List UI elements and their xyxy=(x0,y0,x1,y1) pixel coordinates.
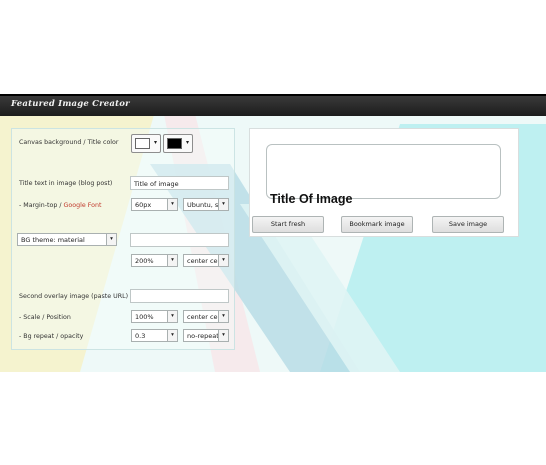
repeat-opacity-label: - Bg repeat / opacity xyxy=(19,333,84,340)
overlay-position-value: center cen xyxy=(187,313,222,321)
app-header-bar: Featured Image Creator xyxy=(0,94,546,116)
bg-position-select[interactable]: center cen ▾ xyxy=(183,254,229,267)
bg-theme-url-input[interactable] xyxy=(130,233,229,247)
save-image-button[interactable]: Save image xyxy=(432,216,504,233)
chevron-down-icon: ▾ xyxy=(106,234,116,245)
chevron-down-icon: ▾ xyxy=(218,311,228,322)
margin-top-select[interactable]: 60px ▾ xyxy=(131,198,178,211)
chevron-down-icon: ▾ xyxy=(218,199,228,210)
scale-value: 100% xyxy=(135,313,154,321)
margin-font-label: - Margin-top / Google Font xyxy=(19,202,101,209)
google-font-link[interactable]: Google Font xyxy=(64,202,102,209)
bg-repeat-select[interactable]: no-repeat ▾ xyxy=(183,329,229,342)
title-color-swatch xyxy=(167,138,182,149)
title-color-picker[interactable]: ▾ xyxy=(163,134,193,153)
chevron-down-icon: ▾ xyxy=(167,311,177,322)
chevron-down-icon: ▾ xyxy=(218,330,228,341)
preview-title: Title Of Image xyxy=(270,192,353,206)
bookmark-image-button[interactable]: Bookmark image xyxy=(341,216,413,233)
chevron-down-icon: ▾ xyxy=(167,330,177,341)
bg-theme-value: BG theme: material xyxy=(21,236,85,244)
canvas-color-swatch xyxy=(135,138,150,149)
bg-size-select[interactable]: 200% ▾ xyxy=(131,254,178,267)
opacity-value: 0.3 xyxy=(135,332,146,340)
bg-repeat-value: no-repeat xyxy=(187,332,219,340)
overlay-image-label: Second overlay image (paste URL) xyxy=(19,293,129,300)
image-preview-canvas xyxy=(266,144,501,199)
start-fresh-button[interactable]: Start fresh xyxy=(252,216,324,233)
chevron-down-icon: ▾ xyxy=(185,139,189,146)
font-select[interactable]: Ubuntu, sa ▾ xyxy=(183,198,229,211)
bg-size-value: 200% xyxy=(135,257,154,265)
scale-position-label: - Scale / Position xyxy=(19,314,71,321)
font-value: Ubuntu, sa xyxy=(187,201,223,209)
overlay-position-select[interactable]: center cen ▾ xyxy=(183,310,229,323)
chevron-down-icon: ▾ xyxy=(218,255,228,266)
canvas-background-color-picker[interactable]: ▾ xyxy=(131,134,161,153)
title-text-input[interactable]: Title of image xyxy=(130,176,229,190)
opacity-select[interactable]: 0.3 ▾ xyxy=(131,329,178,342)
app-title: Featured Image Creator xyxy=(11,99,130,109)
overlay-url-input[interactable] xyxy=(130,289,229,303)
margin-top-value: 60px xyxy=(135,201,152,209)
margin-label-text: - Margin-top / xyxy=(19,202,64,209)
bg-position-value: center cen xyxy=(187,257,222,265)
bg-theme-select[interactable]: BG theme: material ▾ xyxy=(17,233,117,246)
chevron-down-icon: ▾ xyxy=(167,255,177,266)
title-text-label: Title text in image (blog post) xyxy=(19,180,113,187)
canvas-color-label: Canvas background / Title color xyxy=(19,139,119,146)
scale-select[interactable]: 100% ▾ xyxy=(131,310,178,323)
chevron-down-icon: ▾ xyxy=(167,199,177,210)
chevron-down-icon: ▾ xyxy=(153,139,157,146)
